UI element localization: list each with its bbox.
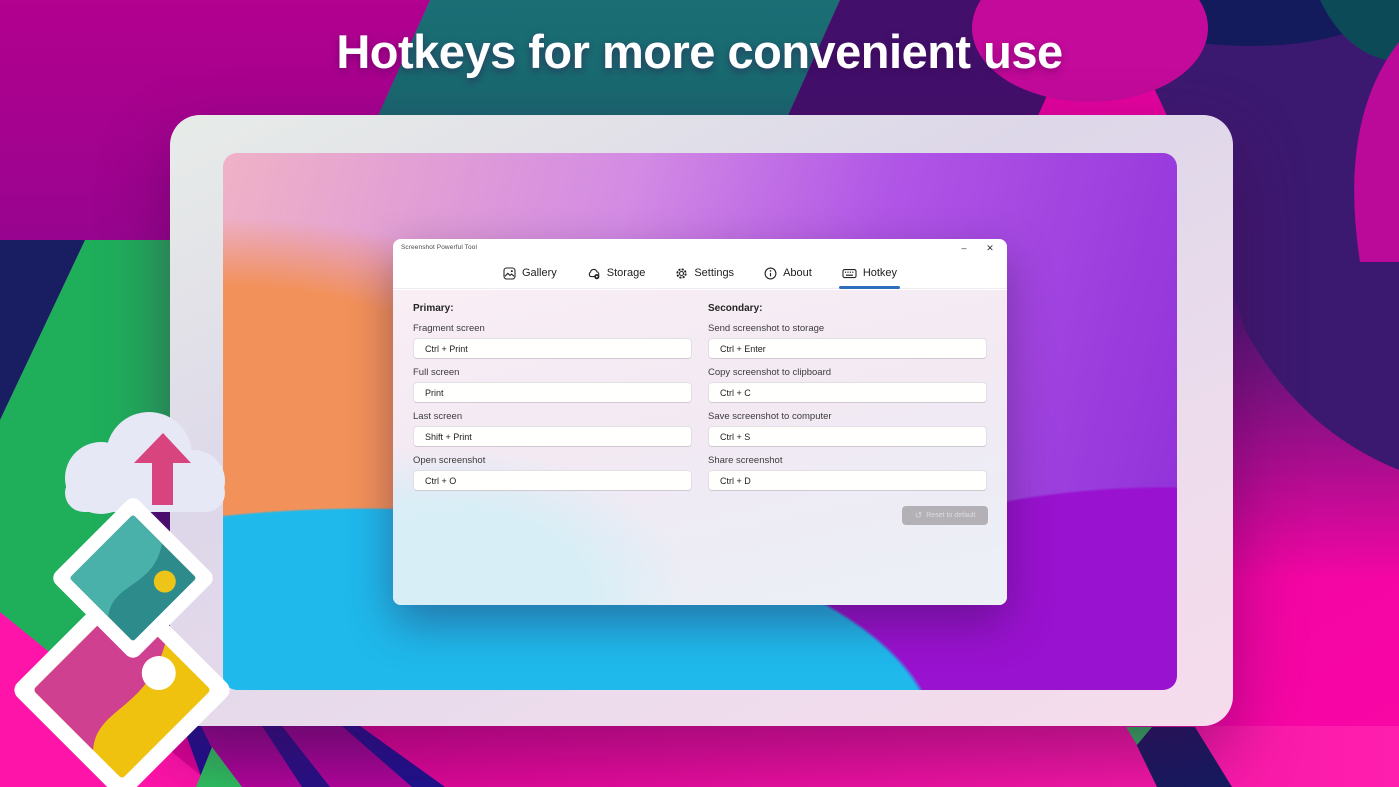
tab-bar: Gallery Storage Settings About Hotkey [393, 258, 1007, 289]
hotkey-input-save-to-computer[interactable] [708, 426, 987, 447]
field-label: Copy screenshot to clipboard [708, 367, 832, 378]
field-label: Send screenshot to storage [708, 323, 825, 334]
reset-button-label: Reset to default [926, 512, 976, 519]
gear-icon [676, 267, 687, 279]
hotkey-input-full-screen[interactable] [413, 382, 692, 403]
field-label: Fragment screen [413, 323, 485, 334]
close-button[interactable]: ✕ [979, 239, 1001, 258]
section-heading-primary: Primary: [413, 303, 454, 314]
section-heading-secondary: Secondary: [708, 303, 763, 314]
tab-about[interactable]: About [764, 258, 812, 289]
field-label: Open screenshot [413, 455, 486, 466]
secondary-column: Secondary: Send screenshot to storage Co… [708, 290, 987, 491]
field-fragment-screen: Fragment screen [413, 323, 692, 359]
active-tab-underline [838, 286, 901, 289]
field-label: Last screen [413, 411, 463, 422]
hotkey-input-fragment-screen[interactable] [413, 338, 692, 359]
page-title: Hotkeys for more convenient use [336, 25, 1063, 78]
field-share-screenshot: Share screenshot [708, 455, 987, 491]
tab-label: Hotkey [862, 267, 898, 279]
stage: Hotkeys for more convenient use Screensh… [0, 0, 1399, 787]
gallery-image-icon [503, 266, 516, 280]
info-icon [764, 267, 777, 279]
hotkey-input-share-screenshot[interactable] [708, 470, 987, 491]
tab-label: Settings [694, 267, 735, 279]
field-save-to-computer: Save screenshot to computer [708, 411, 987, 447]
hotkey-input-send-to-storage[interactable] [708, 338, 987, 359]
field-label: Full screen [413, 367, 460, 378]
hotkey-settings-panel: Primary: Fragment screen Full screen Las… [393, 290, 1007, 605]
cloud-storage-icon [588, 268, 600, 279]
window-title: Screenshot Powerful Tool [401, 244, 477, 251]
tab-gallery[interactable]: Gallery [503, 258, 557, 289]
field-send-to-storage: Send screenshot to storage [708, 323, 987, 359]
tab-label: Storage [606, 267, 646, 279]
field-last-screen: Last screen [413, 411, 692, 447]
tab-hotkey[interactable]: Hotkey [838, 258, 901, 289]
keyboard-icon [842, 268, 857, 278]
field-full-screen: Full screen [413, 367, 692, 403]
minimize-button[interactable]: – [953, 239, 975, 258]
field-label: Save screenshot to computer [708, 411, 832, 422]
tab-label: About [783, 267, 812, 279]
field-open-screenshot: Open screenshot [413, 455, 692, 491]
field-label: Share screenshot [708, 455, 783, 466]
reset-to-default-button[interactable]: ↺ Reset to default [902, 506, 988, 525]
reset-icon: ↺ [914, 510, 923, 520]
primary-column: Primary: Fragment screen Full screen Las… [413, 290, 692, 491]
field-copy-to-clipboard: Copy screenshot to clipboard [708, 367, 987, 403]
hotkey-input-last-screen[interactable] [413, 426, 692, 447]
hotkey-input-copy-to-clipboard[interactable] [708, 382, 987, 403]
window-titlebar: Screenshot Powerful Tool – ✕ [393, 239, 1007, 258]
tab-label: Gallery [521, 267, 557, 279]
tab-settings[interactable]: Settings [675, 258, 734, 289]
tab-storage[interactable]: Storage [587, 258, 646, 289]
hotkey-input-open-screenshot[interactable] [413, 470, 692, 491]
app-window: Screenshot Powerful Tool – ✕ Gallery Sto… [393, 239, 1007, 605]
